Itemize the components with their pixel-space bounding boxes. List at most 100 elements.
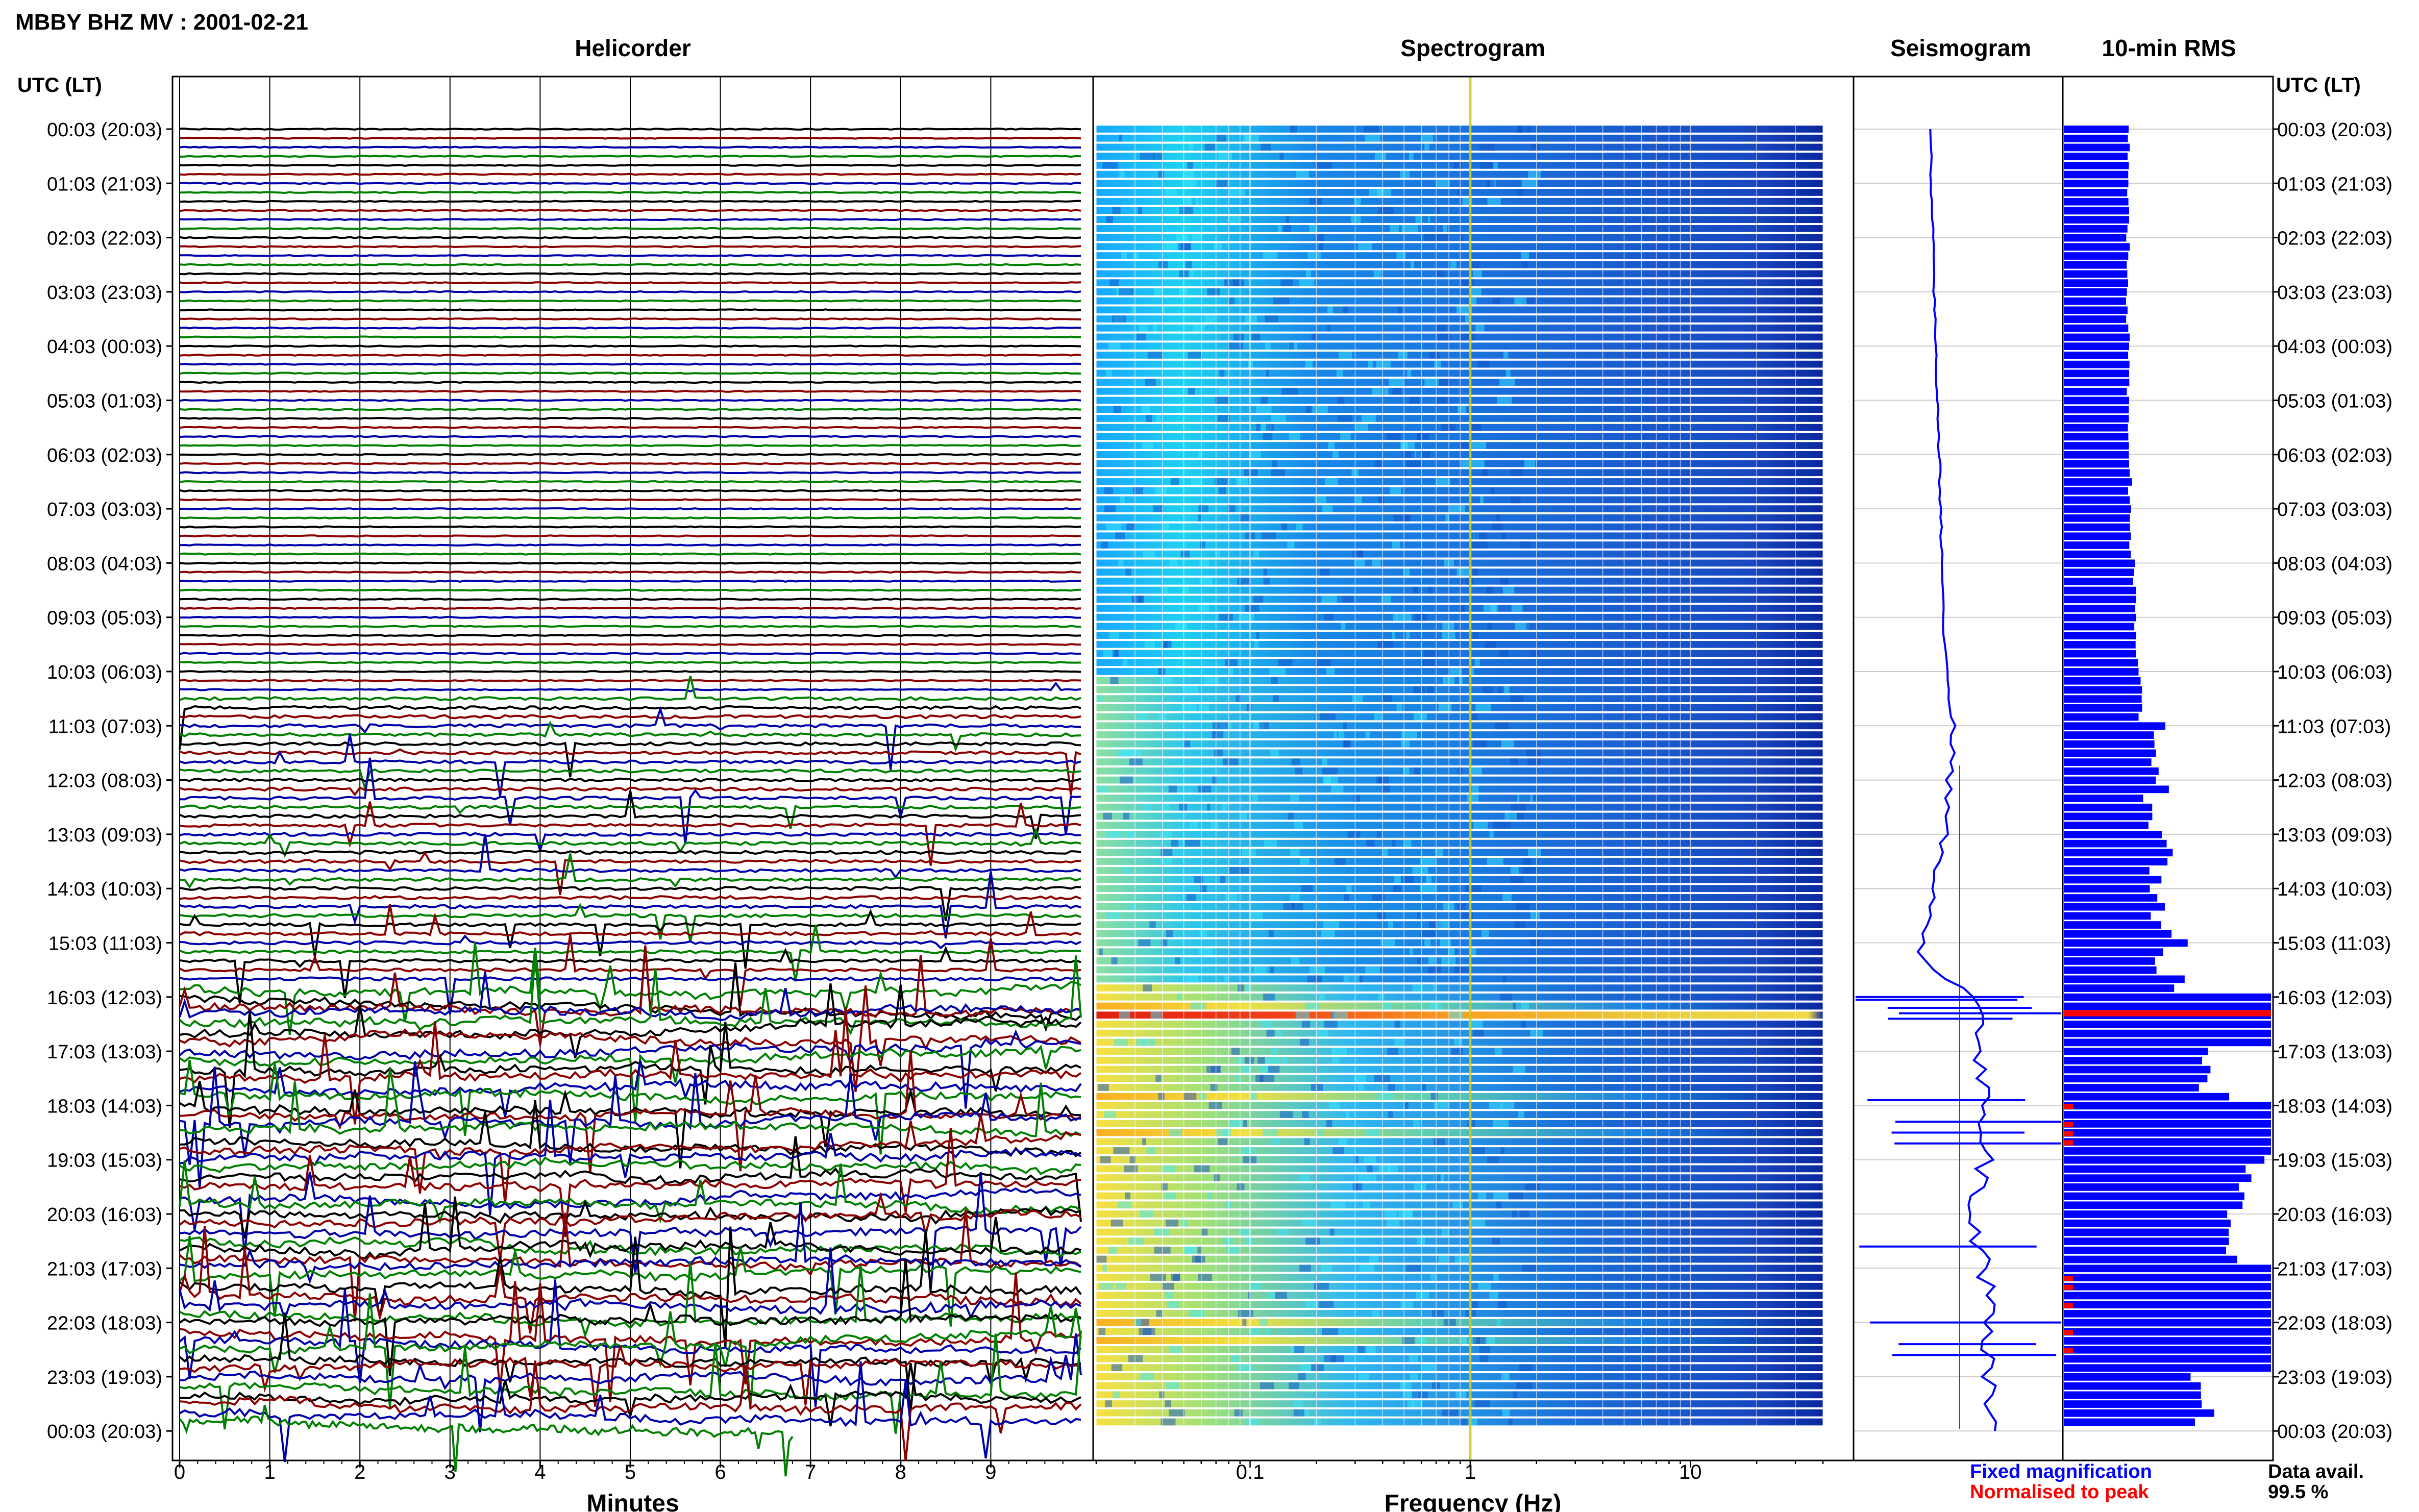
spectrogram-speckle bbox=[1365, 134, 1380, 142]
spectrogram-speckle bbox=[1163, 640, 1172, 648]
spectrogram-speckle bbox=[1116, 1282, 1127, 1290]
spectrogram-speckle bbox=[1221, 803, 1227, 811]
spectrogram-speckle bbox=[1386, 433, 1401, 440]
spectrogram-speckle bbox=[1120, 496, 1125, 504]
spectrogram-speckle bbox=[1113, 1147, 1130, 1154]
spectrogram-row bbox=[1096, 1265, 1823, 1272]
spectrogram-speckle bbox=[1273, 695, 1279, 703]
spectrogram-speckle bbox=[1434, 360, 1441, 368]
spectrogram-speckle bbox=[1164, 1192, 1176, 1200]
spectrogram-speckle bbox=[1119, 170, 1125, 178]
spectrogram-speckle bbox=[1260, 1382, 1274, 1390]
rms-bar bbox=[2064, 740, 2155, 748]
spectrogram-speckle bbox=[1421, 134, 1434, 142]
spectrogram-speckle bbox=[1443, 1319, 1456, 1326]
spectrogram-speckle bbox=[1149, 921, 1156, 928]
spectrogram-speckle bbox=[1519, 795, 1531, 802]
helicorder-x-tick-label: 1 bbox=[264, 1461, 275, 1483]
spectrogram-speckle bbox=[1487, 858, 1503, 865]
spectrogram-speckle bbox=[1365, 966, 1380, 974]
spectrogram-speckle bbox=[1516, 1382, 1533, 1390]
spectrogram-row bbox=[1096, 1355, 1823, 1362]
spectrogram-speckle bbox=[1241, 1147, 1255, 1154]
utc-label-left: 05:03 (01:03) bbox=[47, 391, 162, 412]
spectrogram-speckle bbox=[1324, 613, 1334, 621]
spectrogram-row bbox=[1096, 1310, 1823, 1317]
spectrogram-speckle bbox=[1378, 207, 1394, 214]
rms-bar bbox=[2064, 812, 2153, 821]
utc-label-left: 22:03 (18:03) bbox=[47, 1313, 162, 1334]
spectrogram-speckle bbox=[1526, 623, 1532, 630]
spectrogram-speckle bbox=[1160, 858, 1172, 865]
rms-bar bbox=[2064, 559, 2135, 567]
utc-label-right: 09:03 (05:03) bbox=[2277, 608, 2392, 629]
spectrogram-speckle bbox=[1392, 541, 1400, 549]
rms-bar bbox=[2064, 496, 2130, 504]
spectrogram-speckle bbox=[1509, 1192, 1523, 1200]
spectrogram-row bbox=[1096, 225, 1823, 232]
spectrogram-title: Spectrogram bbox=[1400, 35, 1545, 61]
rms-bar bbox=[2064, 1065, 2211, 1074]
spectrogram-speckle bbox=[1326, 1120, 1332, 1127]
rms-bar bbox=[2064, 1038, 2271, 1047]
spectrogram-speckle bbox=[1450, 261, 1457, 268]
spectrogram-speckle bbox=[1290, 795, 1300, 802]
spectrogram-speckle bbox=[1227, 342, 1244, 350]
spectrogram-speckle bbox=[1511, 803, 1526, 811]
rms-bar bbox=[2064, 153, 2128, 161]
spectrogram-speckle bbox=[1179, 803, 1188, 811]
spectrogram-speckle bbox=[1437, 921, 1450, 928]
spectrogram-speckle bbox=[1288, 812, 1294, 820]
helicorder-trace-row bbox=[179, 426, 1081, 429]
spectrogram-speckle bbox=[1522, 866, 1536, 874]
spectrogram-speckle bbox=[1394, 1021, 1400, 1028]
spectrogram-speckle bbox=[1501, 532, 1505, 540]
spectrogram-speckle bbox=[1219, 369, 1225, 377]
spectrogram-speckle bbox=[1421, 984, 1437, 992]
utc-label-left: 12:03 (08:03) bbox=[47, 771, 162, 792]
utc-label-left: 17:03 (13:03) bbox=[47, 1042, 162, 1063]
spectrogram-speckle bbox=[1321, 1265, 1332, 1272]
spectrogram-speckle bbox=[1454, 1255, 1470, 1263]
spectrogram-speckle bbox=[1214, 749, 1223, 757]
helicorder-trace-row bbox=[179, 344, 1081, 348]
spectrogram-speckle bbox=[1131, 749, 1142, 757]
rms-bar bbox=[2064, 866, 2150, 875]
spectrogram-speckle bbox=[1412, 866, 1428, 874]
spectrogram-row bbox=[1096, 261, 1823, 268]
spectrogram-speckle bbox=[1471, 713, 1478, 721]
spectrogram-speckle bbox=[1214, 731, 1224, 738]
spectrogram-speckle bbox=[1521, 1021, 1526, 1028]
spectrogram-speckle bbox=[1126, 523, 1136, 531]
helicorder-trace-row bbox=[179, 353, 1081, 357]
spectrogram-speckle bbox=[1383, 849, 1388, 856]
spectrogram-speckle bbox=[1105, 831, 1122, 838]
spectrogram-speckle bbox=[1138, 596, 1144, 603]
spectrogram-speckle bbox=[1328, 442, 1335, 449]
spectrogram-row bbox=[1096, 876, 1823, 883]
spectrogram-row bbox=[1096, 613, 1823, 621]
spectrogram-row bbox=[1096, 396, 1823, 404]
data-availability-label: Data avail. bbox=[2268, 1461, 2364, 1482]
rms-bar bbox=[2064, 415, 2129, 423]
helicorder-trace-row bbox=[179, 281, 1081, 285]
spectrogram-speckle bbox=[1511, 469, 1523, 477]
spectrogram-speckle bbox=[1376, 912, 1386, 920]
spectrogram-speckle bbox=[1271, 677, 1278, 684]
spectrogram-speckle bbox=[1472, 1301, 1478, 1308]
spectrogram-speckle bbox=[1218, 487, 1226, 494]
spectrogram-speckle bbox=[1146, 415, 1152, 422]
spectrogram-speckle bbox=[1375, 460, 1382, 467]
spectrogram-speckle bbox=[1403, 568, 1410, 576]
spectrogram-speckle bbox=[1400, 1301, 1413, 1308]
spectrogram-speckle bbox=[1403, 1210, 1413, 1218]
spectrogram-row bbox=[1096, 1282, 1823, 1290]
spectrogram-speckle bbox=[1133, 252, 1139, 259]
spectrogram-speckle bbox=[1182, 586, 1189, 594]
spectrogram-speckle bbox=[1486, 180, 1495, 187]
spectrogram-speckle bbox=[1393, 885, 1401, 893]
spectrogram-speckle bbox=[1263, 568, 1268, 576]
spectrogram-row bbox=[1096, 243, 1823, 251]
spectrogram-speckle bbox=[1270, 749, 1279, 757]
spectrogram-speckle bbox=[1189, 1310, 1205, 1317]
